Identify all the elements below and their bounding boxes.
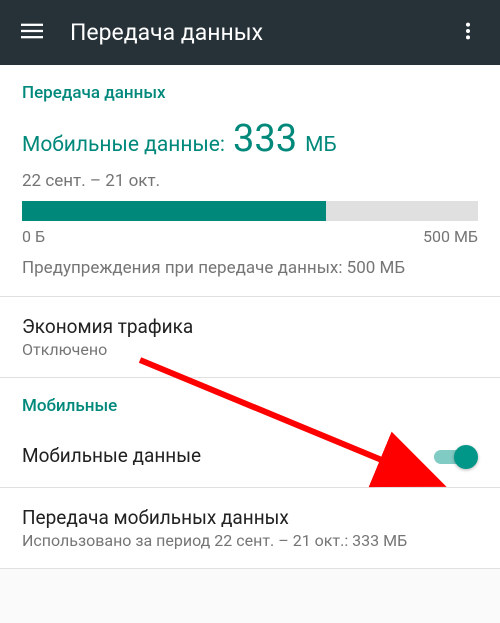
- mobile-data-toggle[interactable]: [434, 445, 478, 469]
- hamburger-icon: [21, 20, 43, 46]
- mobile-section-header-row: Мобильные: [0, 378, 500, 426]
- progress-labels: 0 Б 500 МБ: [22, 227, 478, 246]
- menu-button[interactable]: [12, 13, 52, 53]
- mobile-data-usage-row[interactable]: Передача мобильных данных Использовано з…: [0, 488, 500, 569]
- mobile-data-usage: Мобильные данные: 333 МБ: [22, 117, 478, 161]
- mobile-data-usage-text: Передача мобильных данных Использовано з…: [22, 506, 407, 550]
- progress-max-label: 500 МБ: [423, 227, 478, 246]
- usage-label: Мобильные данные:: [22, 133, 225, 157]
- app-bar: Передача данных: [0, 0, 500, 65]
- data-warning-text: Предупреждения при передаче данных: 500 …: [22, 258, 478, 278]
- progress-min-label: 0 Б: [22, 227, 45, 246]
- usage-progress-fill: [22, 201, 326, 221]
- mobile-section-header: Мобильные: [22, 396, 478, 416]
- mobile-data-label: Мобильные данные: [22, 444, 201, 467]
- date-range[interactable]: 22 сент. – 21 окт.: [22, 171, 478, 191]
- data-saver-row[interactable]: Экономия трафика Отключено: [0, 297, 500, 378]
- mobile-data-usage-title: Передача мобильных данных: [22, 506, 407, 529]
- more-vert-icon: [457, 20, 479, 46]
- data-usage-section: Передача данных Мобильные данные: 333 МБ…: [0, 65, 500, 297]
- section-header-usage: Передача данных: [22, 83, 478, 103]
- data-saver-title: Экономия трафика: [22, 315, 193, 338]
- mobile-data-row[interactable]: Мобильные данные: [0, 426, 500, 488]
- usage-value: 333: [233, 117, 297, 161]
- page-title: Передача данных: [52, 19, 448, 46]
- data-saver-status: Отключено: [22, 340, 193, 359]
- mobile-data-usage-subtitle: Использовано за период 22 сент. – 21 окт…: [22, 531, 407, 550]
- mobile-data-text: Мобильные данные: [22, 444, 201, 469]
- toggle-thumb: [454, 445, 478, 469]
- data-saver-text: Экономия трафика Отключено: [22, 315, 193, 359]
- usage-progress-bar: [22, 201, 478, 221]
- more-button[interactable]: [448, 13, 488, 53]
- usage-unit: МБ: [305, 133, 337, 157]
